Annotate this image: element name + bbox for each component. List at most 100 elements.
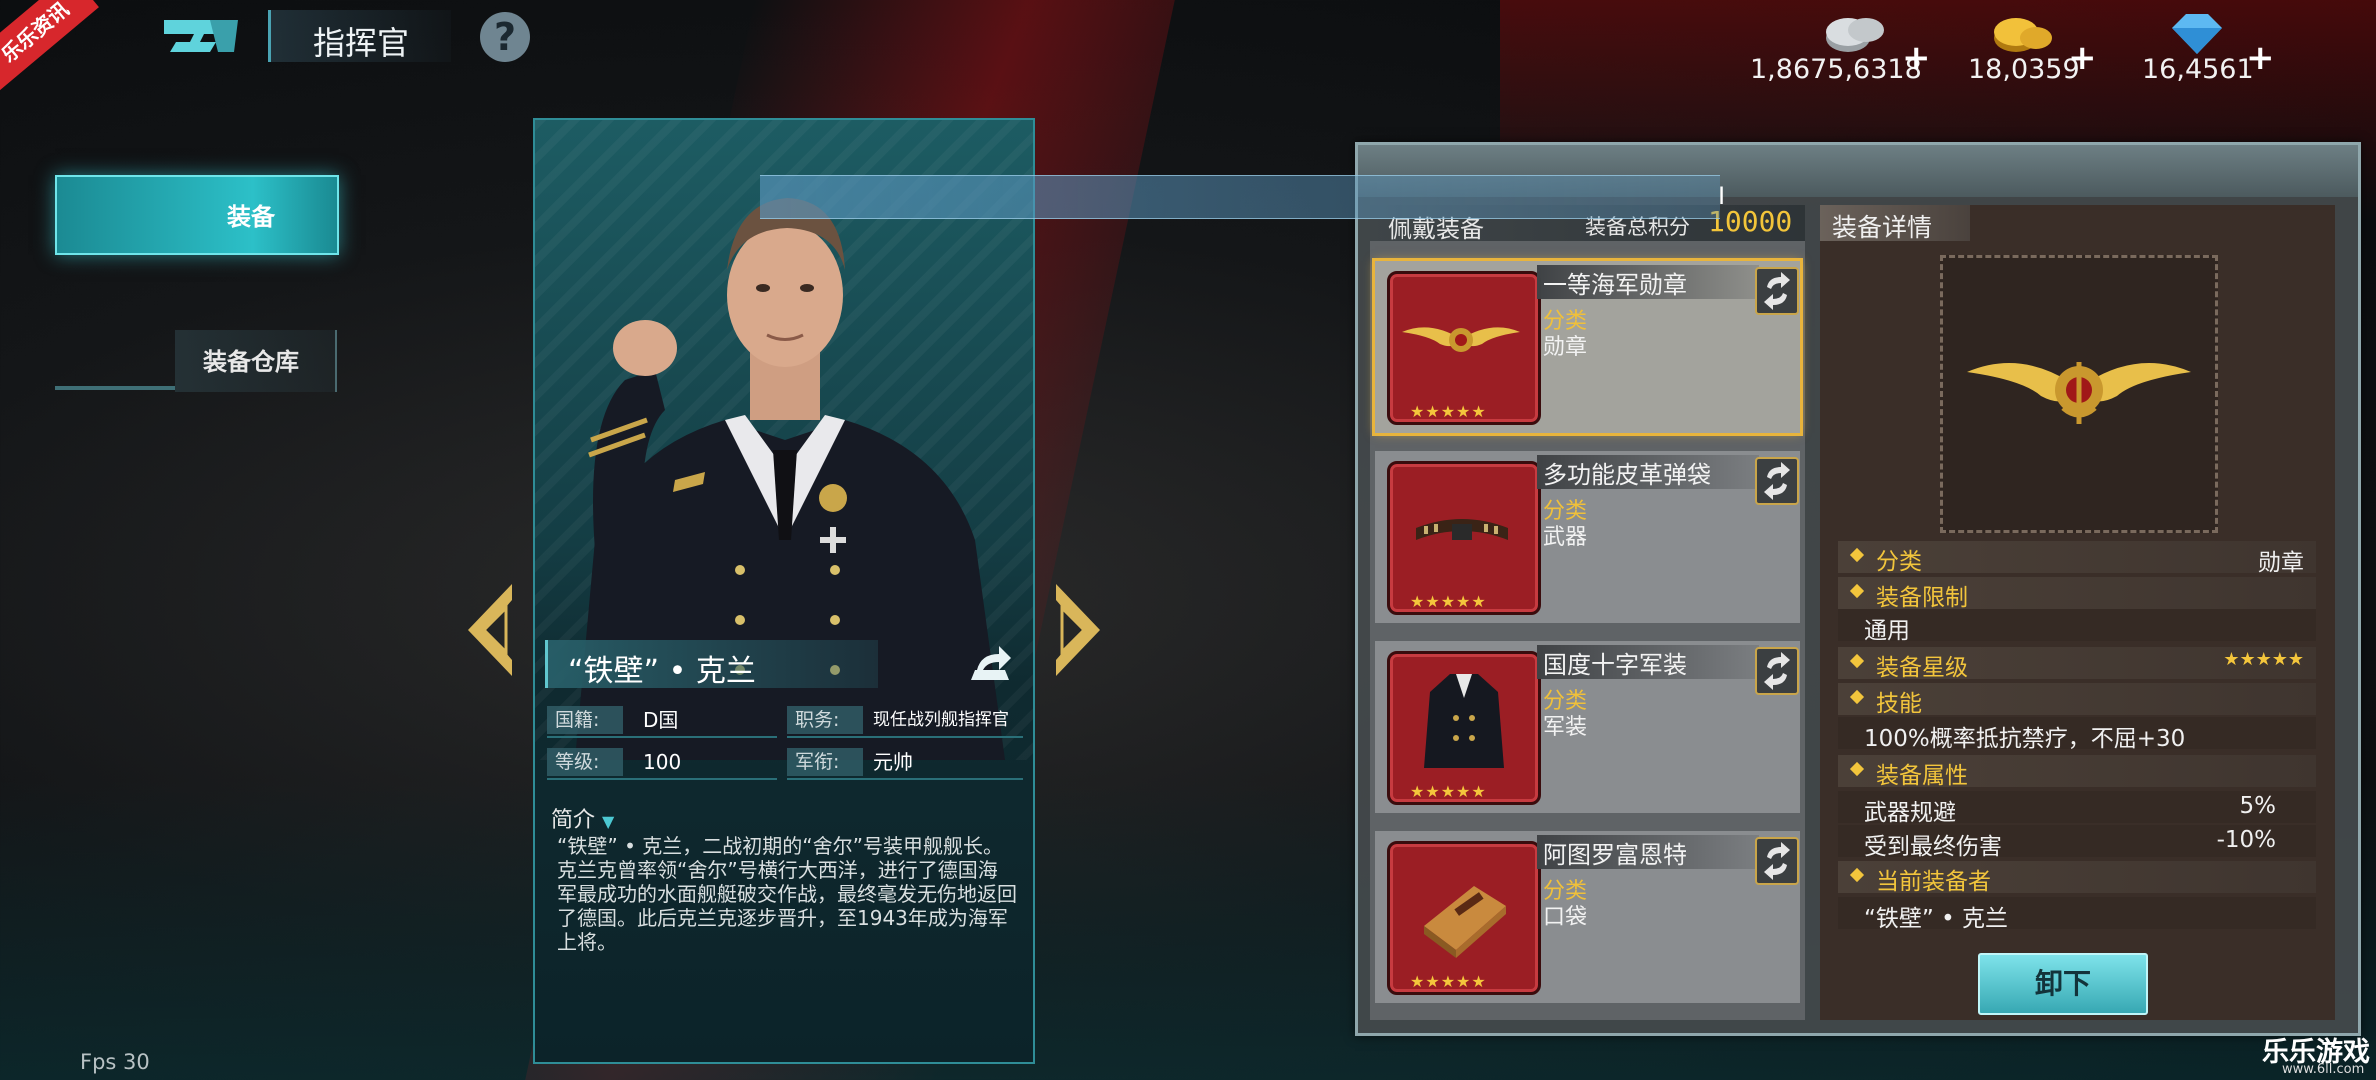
intro-text: “铁壁” • 克兰，二战初期的“舍尔”号装甲舰舰长。克兰克曾率领“舍尔”号横行大…	[557, 834, 1017, 954]
category-label: 分类	[1876, 549, 1922, 575]
attribute-name: 受到最终伤害	[1864, 834, 2002, 860]
page-title-box: 指挥官	[268, 10, 451, 62]
fps-counter: Fps 30	[80, 1050, 150, 1074]
detail-row-stars: 装备星级 ★★★★★	[1838, 647, 2316, 681]
rank-label: 军衔:	[787, 748, 863, 776]
limit-value: 通用	[1864, 618, 1910, 644]
rank-value: 元帅	[873, 750, 913, 774]
gold-coin-icon	[1994, 18, 2052, 52]
detail-row-owner: 当前装备者	[1838, 861, 2316, 895]
item-category: 勋章	[1543, 335, 1588, 360]
cigar-box-icon	[1424, 886, 1506, 958]
worn-equipment-list: 佩戴装备 装备总积分 10000 ★★★★★ 一等海军勋章 分类 勋章 ★★★★…	[1370, 205, 1805, 1020]
item-stars: ★★★★★	[1410, 402, 1487, 421]
owner-value: “铁壁” • 克兰	[1864, 906, 2009, 932]
detail-row-skill-value: 100%概率抵抗禁疗，不屈+30	[1838, 717, 2316, 752]
commander-card: “铁壁” • 克兰 国籍: D国 职务: 现任战列舰指挥官 等级: 100 军衔…	[533, 118, 1035, 1064]
item-category: 武器	[1543, 525, 1588, 550]
item-name: 国度十字军装	[1543, 651, 1687, 679]
corner-badge: 乐乐资讯	[0, 0, 99, 91]
silver-coin-icon	[1826, 18, 1884, 52]
info-divider	[787, 778, 1023, 780]
commander-name: “铁壁” • 克兰	[568, 654, 756, 689]
equipment-item[interactable]: ★★★★★ 多功能皮革弹袋 分类 武器	[1375, 451, 1800, 623]
currency-diamond: 16,4561 +	[2142, 8, 2275, 88]
equipment-item[interactable]: ★★★★★ 国度十字军装 分类 军装	[1375, 641, 1800, 813]
silver-value: 1,8675,6318	[1750, 54, 1922, 85]
ammo-belt-icon	[1416, 519, 1508, 540]
watermark-logo: 乐乐游戏 www.6ll.com	[2262, 1030, 2376, 1080]
position-label: 职务:	[787, 706, 863, 734]
equipment-detail-panel: 装备详情 分类 勋章 装备限制 通用 装备星级 ★★★★★ 技能 100%概率抵…	[1820, 205, 2335, 1020]
diamond-icon	[2172, 14, 2222, 54]
equipment-item[interactable]: ★★★★★ 一等海军勋章 分类 勋章	[1372, 258, 1803, 436]
nationality-label: 国籍:	[547, 706, 623, 734]
item-stars: ★★★★★	[1410, 782, 1487, 801]
item-frame: ★★★★★	[1387, 271, 1541, 425]
commander-name-bar: “铁壁” • 克兰	[545, 640, 878, 689]
highlight-scan-line	[760, 175, 1720, 219]
level-value: 100	[643, 750, 682, 774]
unequip-button[interactable]: 卸下	[1978, 953, 2148, 1015]
diamond-bullet-icon	[1849, 547, 1865, 563]
tab-warehouse-label: 装备仓库	[203, 348, 299, 376]
detail-item-frame	[1940, 255, 2218, 533]
detail-stars: ★★★★★	[2223, 649, 2304, 670]
detail-title: 装备详情	[1832, 213, 1933, 242]
owner-label: 当前装备者	[1876, 869, 1991, 895]
tab-equipment[interactable]: 装备	[55, 175, 339, 255]
back-logo-icon[interactable]	[160, 14, 240, 58]
category-value: 勋章	[2258, 550, 2304, 576]
tab-equipment-label: 装备	[227, 203, 275, 231]
attr-label: 装备属性	[1876, 763, 1968, 789]
page-title: 指挥官	[313, 24, 410, 62]
diamond-bullet-icon	[1849, 761, 1865, 777]
level-label: 等级:	[547, 748, 623, 776]
position-value: 现任战列舰指挥官	[873, 710, 1009, 730]
medal-wings-icon	[1402, 327, 1520, 352]
item-frame: ★★★★★	[1387, 651, 1541, 805]
swap-button-icon[interactable]	[1755, 457, 1799, 505]
swap-button-icon[interactable]	[1755, 267, 1799, 315]
item-category: 口袋	[1543, 905, 1588, 930]
item-name: 一等海军勋章	[1543, 271, 1687, 299]
swap-button-icon[interactable]	[1755, 647, 1799, 695]
item-name: 阿图罗富恩特	[1543, 841, 1687, 869]
detail-row-limit: 装备限制	[1838, 577, 2316, 611]
item-frame: ★★★★★	[1387, 461, 1541, 615]
detail-header: 装备详情	[1820, 205, 1970, 242]
tab-warehouse[interactable]: 装备仓库	[55, 330, 337, 394]
item-stars: ★★★★★	[1410, 972, 1487, 991]
swap-button-icon[interactable]	[1755, 837, 1799, 885]
prev-commander-arrow-icon[interactable]	[462, 580, 518, 680]
attribute-row: 武器规避 5%	[1838, 791, 2316, 826]
share-icon[interactable]	[965, 642, 1015, 686]
item-name: 多功能皮革弹袋	[1543, 461, 1711, 489]
diamond-bullet-icon	[1849, 867, 1865, 883]
uniform-icon	[1424, 674, 1504, 768]
attribute-row: 受到最终伤害 -10%	[1838, 825, 2316, 860]
next-commander-arrow-icon[interactable]	[1050, 580, 1106, 680]
diamond-bullet-icon	[1849, 653, 1865, 669]
gold-value: 18,0359	[1968, 54, 2080, 85]
attribute-value: -10%	[2216, 827, 2276, 853]
add-silver-button[interactable]: +	[1902, 38, 1931, 78]
help-button[interactable]: ?	[480, 12, 530, 62]
equipment-item[interactable]: ★★★★★ 阿图罗富恩特 分类 口袋	[1375, 831, 1800, 1003]
intro-title: 简介	[551, 808, 596, 833]
detail-row-attributes: 装备属性	[1838, 755, 2316, 789]
add-diamond-button[interactable]: +	[2246, 38, 2275, 78]
detail-row-limit-value: 通用	[1838, 609, 2316, 644]
add-gold-button[interactable]: +	[2068, 38, 2097, 78]
diamond-bullet-icon	[1849, 689, 1865, 705]
currency-gold: 18,0359 +	[1968, 8, 2098, 88]
watermark-url: www.6ll.com	[2282, 1062, 2365, 1077]
intro-toggle[interactable]: 简介 ▼	[551, 802, 614, 834]
detail-row-category: 分类 勋章	[1838, 541, 2316, 576]
info-divider	[547, 778, 777, 780]
currency-silver: 1,8675,6318 +	[1750, 8, 1931, 88]
detail-row-skill: 技能	[1838, 683, 2316, 717]
item-stars: ★★★★★	[1410, 592, 1487, 611]
item-category: 军装	[1543, 715, 1588, 740]
nationality-value: D国	[643, 708, 679, 732]
